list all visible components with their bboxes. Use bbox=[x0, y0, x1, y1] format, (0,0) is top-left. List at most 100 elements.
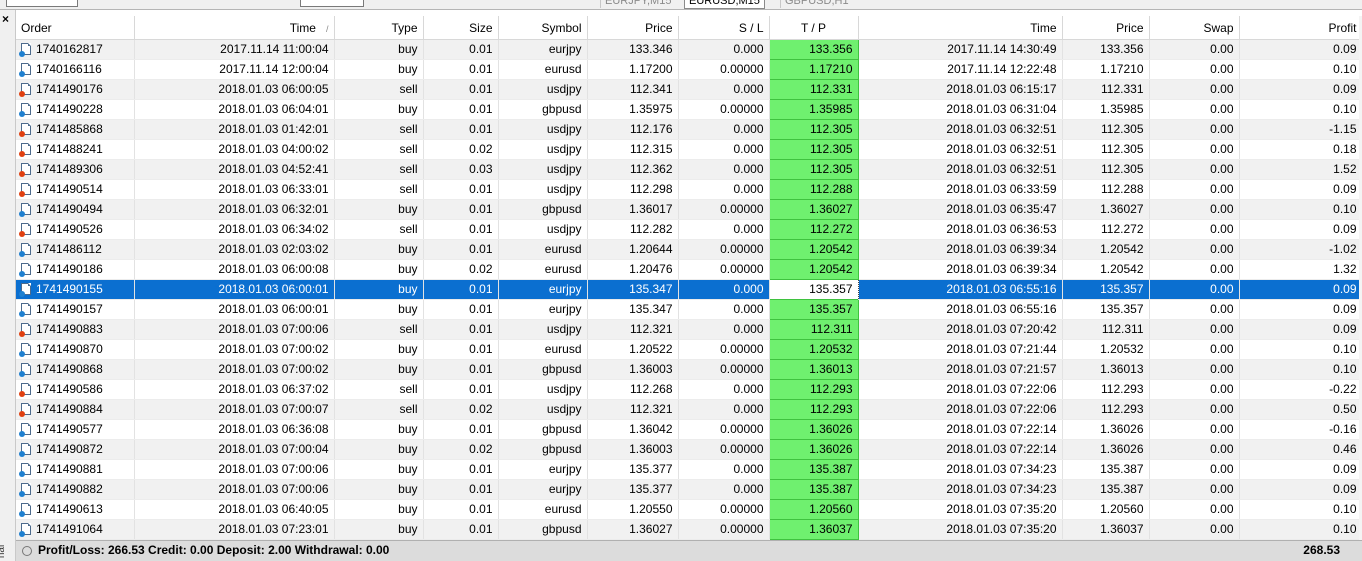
cell-size: 0.01 bbox=[423, 379, 499, 400]
cell-type: sell bbox=[334, 379, 424, 400]
col-header-swap[interactable]: Swap bbox=[1149, 16, 1240, 40]
table-row[interactable]: 1740166116 2017.11.14 12:00:04 buy 0.01 euru… bbox=[16, 59, 1362, 80]
sell-order-icon bbox=[19, 123, 31, 137]
table-row[interactable]: 1741490884 2018.01.03 07:00:07 sell 0.02 usd… bbox=[16, 399, 1362, 420]
cell-open-time: 2017.11.14 11:00:04 bbox=[134, 39, 335, 60]
col-header-size[interactable]: Size bbox=[423, 16, 499, 40]
top-dropdown-right[interactable] bbox=[300, 0, 364, 7]
cell-stop-loss: 0.000 bbox=[678, 39, 770, 60]
cell-order: 1741485868 bbox=[16, 119, 135, 140]
cell-profit: 0.10 bbox=[1239, 339, 1362, 360]
cell-profit: 0.09 bbox=[1239, 279, 1362, 300]
cell-take-profit: 112.305 bbox=[768, 139, 859, 160]
col-header-open-price[interactable]: Price bbox=[587, 16, 679, 40]
cell-type: buy bbox=[334, 259, 424, 280]
cell-close-price: 1.36037 bbox=[1062, 519, 1150, 540]
col-header-type[interactable]: Type bbox=[334, 16, 424, 40]
chart-tab-0[interactable]: EURJPY,M15 bbox=[600, 0, 675, 8]
cell-size: 0.01 bbox=[423, 339, 499, 360]
cell-take-profit: 1.17210 bbox=[768, 59, 859, 80]
col-header-order[interactable]: Order bbox=[16, 16, 135, 40]
cell-take-profit: 112.305 bbox=[768, 119, 859, 140]
col-header-profit[interactable]: Profit bbox=[1239, 16, 1362, 40]
cell-stop-loss: 0.000 bbox=[678, 119, 770, 140]
cell-take-profit: 1.35985 bbox=[768, 99, 859, 120]
table-row[interactable]: 1741488241 2018.01.03 04:00:02 sell 0.02 usd… bbox=[16, 139, 1362, 160]
table-row[interactable]: 1741491064 2018.01.03 07:23:01 buy 0.01 gbpu… bbox=[16, 519, 1362, 540]
cell-stop-loss: 0.000 bbox=[678, 219, 770, 240]
table-row[interactable]: 1741490186 2018.01.03 06:00:08 buy 0.02 euru… bbox=[16, 259, 1362, 280]
cell-stop-loss: 0.00000 bbox=[678, 359, 770, 380]
cell-close-price: 135.357 bbox=[1062, 299, 1150, 320]
cell-type: buy bbox=[334, 499, 424, 520]
table-row[interactable]: 1741490155 2018.01.03 06:00:01 buy 0.01 eurj… bbox=[16, 279, 1362, 300]
sell-order-icon bbox=[19, 83, 31, 97]
order-number: 1741490176 bbox=[36, 82, 103, 96]
buy-order-icon bbox=[19, 343, 31, 357]
col-header-symbol[interactable]: Symbol bbox=[498, 16, 588, 40]
top-dropdown-left[interactable] bbox=[6, 0, 78, 7]
order-number: 1740162817 bbox=[36, 42, 103, 56]
cell-order: 1741490526 bbox=[16, 219, 135, 240]
cell-take-profit: 135.357 bbox=[768, 279, 859, 300]
table-row[interactable]: 1741490613 2018.01.03 06:40:05 buy 0.01 euru… bbox=[16, 499, 1362, 520]
table-row[interactable]: 1741485868 2018.01.03 01:42:01 sell 0.01 usd… bbox=[16, 119, 1362, 140]
cell-close-price: 1.36027 bbox=[1062, 199, 1150, 220]
table-row[interactable]: 1741490586 2018.01.03 06:37:02 sell 0.01 usd… bbox=[16, 379, 1362, 400]
cell-open-price: 1.20476 bbox=[587, 259, 679, 280]
table-row[interactable]: 1741490872 2018.01.03 07:00:04 buy 0.02 gbpu… bbox=[16, 439, 1362, 460]
table-row[interactable]: 1740162817 2017.11.14 11:00:04 buy 0.01 eurj… bbox=[16, 39, 1362, 60]
table-row[interactable]: 1741490882 2018.01.03 07:00:06 buy 0.01 eurj… bbox=[16, 479, 1362, 500]
cell-swap: 0.00 bbox=[1149, 319, 1240, 340]
cell-stop-loss: 0.000 bbox=[678, 139, 770, 160]
top-toolbar-strip: EURJPY,M15 EURUSD,M15 GBPUSD,H1 bbox=[0, 0, 1362, 10]
cell-take-profit: 112.288 bbox=[768, 179, 859, 200]
table-row[interactable]: 1741489306 2018.01.03 04:52:41 sell 0.03 usd… bbox=[16, 159, 1362, 180]
cell-open-price: 112.341 bbox=[587, 79, 679, 100]
cell-order: 1741490868 bbox=[16, 359, 135, 380]
table-row[interactable]: 1741490577 2018.01.03 06:36:08 buy 0.01 gbpu… bbox=[16, 419, 1362, 440]
cell-open-time: 2018.01.03 07:00:02 bbox=[134, 339, 335, 360]
cell-type: buy bbox=[334, 339, 424, 360]
cell-open-price: 112.282 bbox=[587, 219, 679, 240]
table-row[interactable]: 1741490883 2018.01.03 07:00:06 sell 0.01 usd… bbox=[16, 319, 1362, 340]
cell-symbol: usdjpy bbox=[498, 139, 588, 160]
cell-swap: 0.00 bbox=[1149, 99, 1240, 120]
cell-size: 0.01 bbox=[423, 279, 499, 300]
close-icon[interactable]: × bbox=[2, 13, 9, 25]
cell-stop-loss: 0.00000 bbox=[678, 199, 770, 220]
chart-tab-1[interactable]: EURUSD,M15 bbox=[684, 0, 765, 9]
table-row[interactable]: 1741490176 2018.01.03 06:00:05 sell 0.01 usd… bbox=[16, 79, 1362, 100]
sell-order-icon bbox=[19, 163, 31, 177]
table-row[interactable]: 1741490514 2018.01.03 06:33:01 sell 0.01 usd… bbox=[16, 179, 1362, 200]
table-row[interactable]: 1741490868 2018.01.03 07:00:02 buy 0.01 gbpu… bbox=[16, 359, 1362, 380]
table-row[interactable]: 1741490228 2018.01.03 06:04:01 buy 0.01 gbpu… bbox=[16, 99, 1362, 120]
table-row[interactable]: 1741490881 2018.01.03 07:00:06 buy 0.01 eurj… bbox=[16, 459, 1362, 480]
table-row[interactable]: 1741486112 2018.01.03 02:03:02 buy 0.01 euru… bbox=[16, 239, 1362, 260]
cell-swap: 0.00 bbox=[1149, 279, 1240, 300]
col-header-close-price[interactable]: Price bbox=[1062, 16, 1150, 40]
cell-swap: 0.00 bbox=[1149, 379, 1240, 400]
col-header-take-profit[interactable]: T / P bbox=[769, 16, 859, 40]
cell-size: 0.01 bbox=[423, 359, 499, 380]
table-row[interactable]: 1741490870 2018.01.03 07:00:02 buy 0.01 euru… bbox=[16, 339, 1362, 360]
cell-take-profit: 135.387 bbox=[768, 479, 859, 500]
table-row[interactable]: 1741490494 2018.01.03 06:32:01 buy 0.01 gbpu… bbox=[16, 199, 1362, 220]
cell-close-time: 2018.01.03 07:34:23 bbox=[858, 459, 1063, 480]
cell-close-time: 2018.01.03 07:21:57 bbox=[858, 359, 1063, 380]
cell-swap: 0.00 bbox=[1149, 159, 1240, 180]
col-header-stop-loss[interactable]: S / L bbox=[678, 16, 770, 40]
cell-symbol: usdjpy bbox=[498, 379, 588, 400]
chart-tab-2[interactable]: GBPUSD,H1 bbox=[780, 0, 853, 8]
col-header-close-time[interactable]: Time bbox=[858, 16, 1063, 40]
cell-symbol: usdjpy bbox=[498, 179, 588, 200]
sell-order-icon bbox=[19, 223, 31, 237]
buy-order-icon bbox=[19, 363, 31, 377]
table-row[interactable]: 1741490526 2018.01.03 06:34:02 sell 0.01 usd… bbox=[16, 219, 1362, 240]
cell-close-price: 1.20542 bbox=[1062, 259, 1150, 280]
cell-profit: 0.10 bbox=[1239, 59, 1362, 80]
cell-size: 0.01 bbox=[423, 519, 499, 540]
col-header-open-time[interactable]: Time / bbox=[134, 16, 335, 40]
cell-profit: 0.50 bbox=[1239, 399, 1362, 420]
table-row[interactable]: 1741490157 2018.01.03 06:00:01 buy 0.01 eurj… bbox=[16, 299, 1362, 320]
